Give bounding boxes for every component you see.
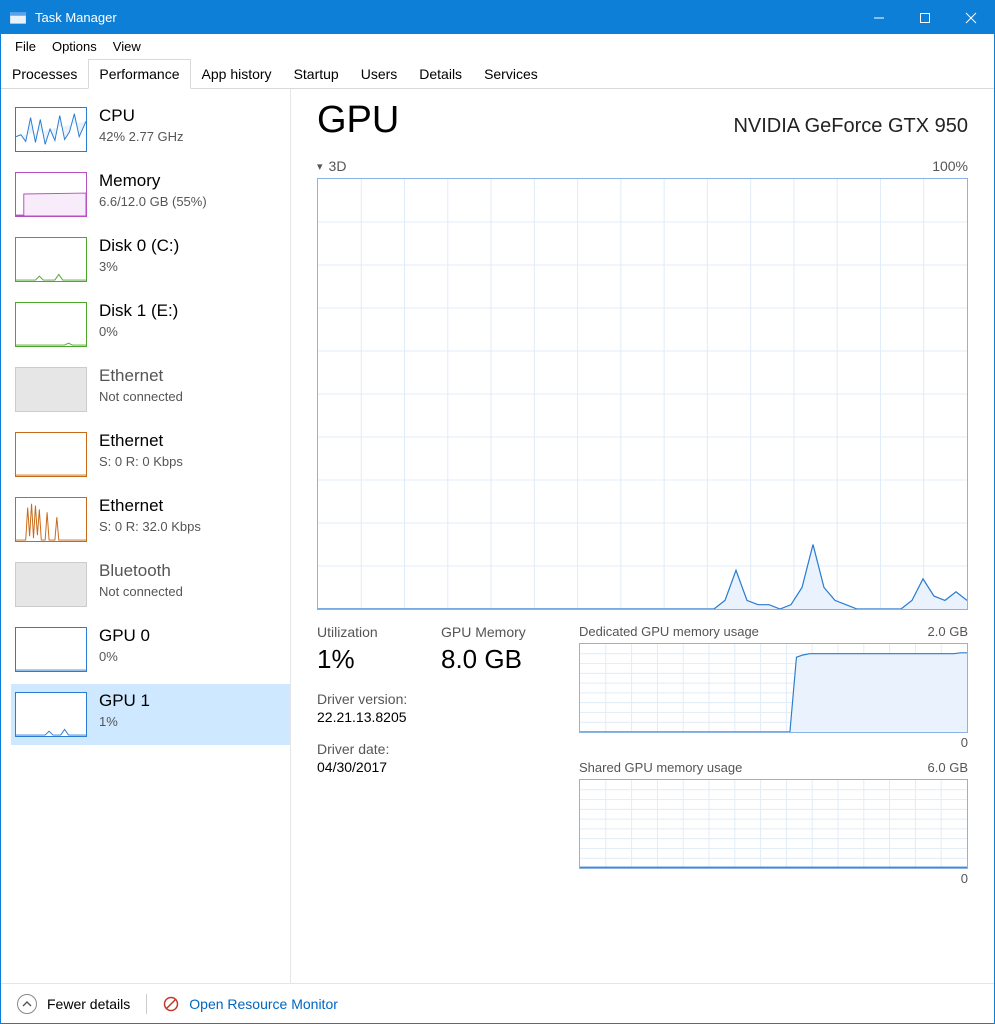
dedicated-zero: 0 [579, 735, 968, 750]
driver-date-label: Driver date: [317, 741, 417, 757]
chart-selector[interactable]: ▾ 3D [317, 158, 346, 174]
menu-bar: File Options View [1, 34, 994, 58]
sidebar-item-sub: 42% 2.77 GHz [99, 129, 184, 144]
sidebar-item-sub: 1% [99, 714, 150, 729]
sidebar-item-label: Ethernet [99, 432, 183, 451]
sidebar-item-label: Ethernet [99, 497, 201, 516]
shared-label: Shared GPU memory usage [579, 760, 742, 775]
chevron-down-icon: ▾ [317, 160, 323, 173]
gpumem-value: 8.0 GB [441, 644, 551, 675]
separator [146, 994, 147, 1014]
menu-options[interactable]: Options [44, 37, 105, 56]
gpumem-label: GPU Memory [441, 624, 551, 640]
menu-file[interactable]: File [7, 37, 44, 56]
sidebar-item-label: Ethernet [99, 367, 183, 386]
sidebar-item-memory[interactable]: Memory 6.6/12.0 GB (55%) [11, 164, 290, 225]
sidebar-item-sub: 0% [99, 649, 150, 664]
window-title: Task Manager [35, 10, 856, 25]
driver-date-value: 04/30/2017 [317, 759, 417, 775]
sidebar-item-bluetooth[interactable]: Bluetooth Not connected [11, 554, 290, 615]
title-bar: Task Manager [1, 1, 994, 34]
fewer-details-toggle[interactable] [17, 994, 37, 1014]
dedicated-chart[interactable] [579, 643, 968, 733]
minimize-button[interactable] [856, 1, 902, 34]
sidebar-item-disk0[interactable]: Disk 0 (C:) 3% [11, 229, 290, 290]
shared-chart[interactable] [579, 779, 968, 869]
sidebar-item-disk1[interactable]: Disk 1 (E:) 0% [11, 294, 290, 355]
tab-details[interactable]: Details [408, 59, 473, 89]
sidebar-item-sub: 0% [99, 324, 178, 339]
tab-users[interactable]: Users [350, 59, 409, 89]
utilization-label: Utilization [317, 624, 417, 640]
gpu-model: NVIDIA GeForce GTX 950 [733, 115, 968, 138]
tab-services[interactable]: Services [473, 59, 549, 89]
sidebar-item-label: Disk 0 (C:) [99, 237, 179, 256]
tab-processes[interactable]: Processes [1, 59, 88, 89]
app-icon [9, 9, 27, 27]
sidebar-item-label: CPU [99, 107, 184, 126]
chevron-up-icon [22, 999, 32, 1009]
detail-panel: GPU NVIDIA GeForce GTX 950 ▾ 3D 100% Uti… [291, 89, 994, 983]
page-title: GPU [317, 99, 399, 142]
dedicated-max: 2.0 GB [928, 624, 968, 639]
sidebar-item-ethernet-nc[interactable]: Ethernet Not connected [11, 359, 290, 420]
tab-startup[interactable]: Startup [283, 59, 350, 89]
fewer-details-label[interactable]: Fewer details [47, 996, 130, 1012]
resource-monitor-icon [163, 996, 179, 1012]
sidebar-item-gpu0[interactable]: GPU 0 0% [11, 619, 290, 680]
driver-version-value: 22.21.13.8205 [317, 709, 417, 725]
performance-sidebar: CPU42% 2.77 GHz Memory6.6/12.0 GB (55%) … [1, 89, 291, 983]
shared-max: 6.0 GB [928, 760, 968, 775]
close-button[interactable] [948, 1, 994, 34]
chart-label: 3D [329, 158, 347, 174]
sidebar-item-cpu[interactable]: CPU 42% 2.77 GHz [11, 99, 290, 160]
main-chart[interactable] [317, 178, 968, 610]
maximize-button[interactable] [902, 1, 948, 34]
chart-y-max: 100% [932, 158, 968, 174]
menu-view[interactable]: View [105, 37, 149, 56]
sidebar-item-sub: Not connected [99, 584, 183, 599]
sidebar-item-sub: 6.6/12.0 GB (55%) [99, 194, 207, 209]
sidebar-item-sub: 3% [99, 259, 179, 274]
dedicated-label: Dedicated GPU memory usage [579, 624, 759, 639]
sidebar-item-label: Bluetooth [99, 562, 183, 581]
sidebar-item-ethernet-32[interactable]: Ethernet S: 0 R: 32.0 Kbps [11, 489, 290, 550]
driver-version-label: Driver version: [317, 691, 417, 707]
sidebar-item-label: Disk 1 (E:) [99, 302, 178, 321]
tab-app-history[interactable]: App history [191, 59, 283, 89]
sidebar-item-ethernet-0[interactable]: Ethernet S: 0 R: 0 Kbps [11, 424, 290, 485]
sidebar-item-sub: S: 0 R: 0 Kbps [99, 454, 183, 469]
open-resource-monitor-link[interactable]: Open Resource Monitor [189, 996, 338, 1012]
shared-zero: 0 [579, 871, 968, 886]
tab-performance[interactable]: Performance [88, 59, 190, 89]
sidebar-item-label: GPU 0 [99, 627, 150, 646]
utilization-value: 1% [317, 644, 417, 675]
sidebar-item-label: GPU 1 [99, 692, 150, 711]
sidebar-item-gpu1[interactable]: GPU 1 1% [11, 684, 290, 745]
tab-bar: Processes Performance App history Startu… [1, 58, 994, 89]
footer-bar: Fewer details Open Resource Monitor [1, 983, 994, 1023]
sidebar-item-sub: S: 0 R: 32.0 Kbps [99, 519, 201, 534]
sidebar-item-sub: Not connected [99, 389, 183, 404]
sidebar-item-label: Memory [99, 172, 207, 191]
